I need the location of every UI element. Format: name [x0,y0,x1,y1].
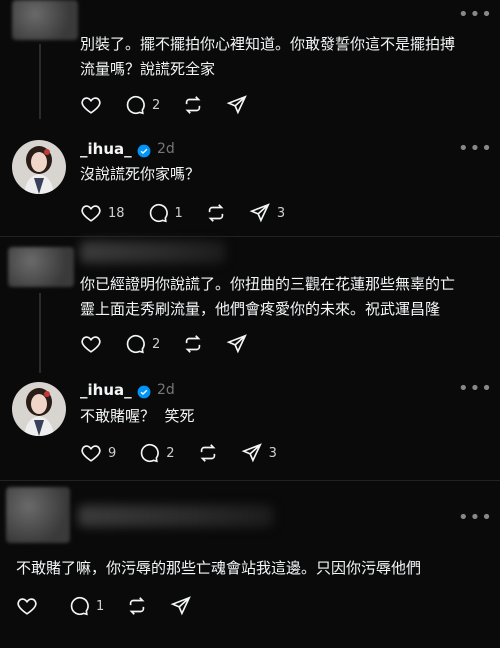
share-icon [226,95,248,115]
post-3: 你已經證明你說謊了。你扭曲的三觀在花蓮那些無辜的亡 靈上面走秀刷流量，他們會疼愛… [0,237,500,373]
more-icon[interactable]: ••• [458,4,493,25]
like-count: 18 [108,205,125,221]
repost-icon [129,597,145,615]
reply-count: 1 [174,205,183,221]
post-text-line: 靈上面走秀刷流量，他們會疼愛你的未來。祝武運昌隆 [80,300,441,318]
post-1: ••• 別裝了。擺不擺拍你心裡知道。你敢發誓你這不是擺拍搏 流量嗎？說謊死全家 … [0,0,500,125]
username[interactable]: _ihua_ [80,140,132,158]
reply-button[interactable]: 2 [124,333,160,355]
avatar-blurred[interactable] [8,247,74,287]
avatar[interactable] [12,140,66,194]
comment-icon [126,95,145,115]
thread-line [39,44,41,119]
reply-button[interactable]: 2 [138,442,175,464]
heart-icon [17,598,37,615]
avatar-blurred[interactable] [12,0,78,40]
share-icon [249,203,270,223]
repost-icon [185,335,201,353]
post-text-line: 不敢賭了嘛，你污辱的那些亡魂會站我這邊。只因你污辱他們 [16,559,422,577]
reply-count: 2 [152,97,161,113]
share-button[interactable]: 3 [249,202,285,224]
like-button[interactable] [80,94,102,116]
repost-button[interactable] [182,333,204,355]
heart-icon [81,445,101,462]
share-count: 3 [268,445,277,461]
post-text-line: 不敢賭喔？ 笑死 [80,407,195,425]
reply-count: 2 [166,445,175,461]
post-text: 你已經證明你說謊了。你扭曲的三觀在花蓮那些無辜的亡 靈上面走秀刷流量，他們會疼愛… [80,272,495,322]
action-bar: 18 1 3 [80,202,307,224]
like-button[interactable]: 18 [80,202,125,224]
reply-count: 1 [96,598,105,614]
username-blurred [78,505,273,527]
avatar-image [12,382,66,436]
avatar[interactable] [12,382,66,436]
share-button[interactable] [170,595,192,617]
post-4: _ihua_ 2d ••• 不敢賭喔？ 笑死 9 2 3 [0,378,500,478]
action-bar: 2 [80,333,270,355]
username-blurred [80,241,225,263]
repost-button[interactable] [126,595,148,617]
like-button[interactable]: 9 [80,442,116,464]
repost-button[interactable] [205,202,227,224]
post-text: 不敢賭了嘛，你污辱的那些亡魂會站我這邊。只因你污辱他們 [16,556,486,581]
repost-button[interactable] [197,442,219,464]
comment-icon [149,203,168,223]
like-count: 9 [108,445,117,461]
reply-button[interactable]: 1 [147,202,183,224]
username[interactable]: _ihua_ [80,381,132,399]
post-text: 不敢賭喔？ 笑死 [80,404,490,429]
verified-icon [137,144,151,158]
repost-button[interactable] [182,94,204,116]
action-bar: 2 [80,94,270,116]
repost-icon [208,204,224,222]
post-text-line: 流量嗎？說謊死全家 [80,60,216,78]
post-text: 別裝了。擺不擺拍你心裡知道。你敢發誓你這不是擺拍搏 流量嗎？說謊死全家 [80,32,490,82]
post-text-line: 別裝了。擺不擺拍你心裡知道。你敢發誓你這不是擺拍搏 [80,35,456,53]
share-icon [241,443,262,463]
reply-button[interactable]: 2 [124,94,160,116]
avatar-blurred[interactable] [6,487,70,543]
timestamp: 2d [157,382,175,398]
post-text-line: 沒說謊死你家嗎？ [80,165,201,183]
more-icon[interactable]: ••• [458,378,493,399]
heart-icon [81,205,101,222]
share-icon [170,596,192,616]
reply-button[interactable]: 1 [68,595,104,617]
like-button[interactable] [16,595,38,617]
comment-icon [141,443,160,463]
heart-icon [81,97,101,114]
share-count: 3 [276,205,286,221]
more-icon[interactable]: ••• [458,507,493,528]
action-bar: 1 [16,595,214,617]
action-bar: 9 2 3 [80,442,299,464]
post-2: _ihua_ 2d ••• 沒說謊死你家嗎？ 18 1 3 [0,138,500,238]
like-button[interactable] [80,333,102,355]
post-text: 沒說謊死你家嗎？ [80,162,490,187]
comment-icon [70,596,89,616]
reply-count: 2 [152,336,161,352]
post-text-line: 你已經證明你說謊了。你扭曲的三觀在花蓮那些無辜的亡 [80,275,456,293]
post-5: ••• 不敢賭了嘛，你污辱的那些亡魂會站我這邊。只因你污辱他們 1 [0,481,500,648]
share-button[interactable]: 3 [241,442,277,464]
thread-line [39,293,41,373]
repost-icon [200,444,216,462]
timestamp: 2d [157,141,175,157]
heart-icon [81,336,101,353]
repost-icon [185,96,201,114]
comment-icon [126,334,145,354]
share-button[interactable] [226,94,248,116]
avatar-image [12,140,66,194]
share-button[interactable] [226,333,248,355]
verified-icon [137,385,151,399]
more-icon[interactable]: ••• [458,138,493,159]
share-icon [226,334,248,354]
